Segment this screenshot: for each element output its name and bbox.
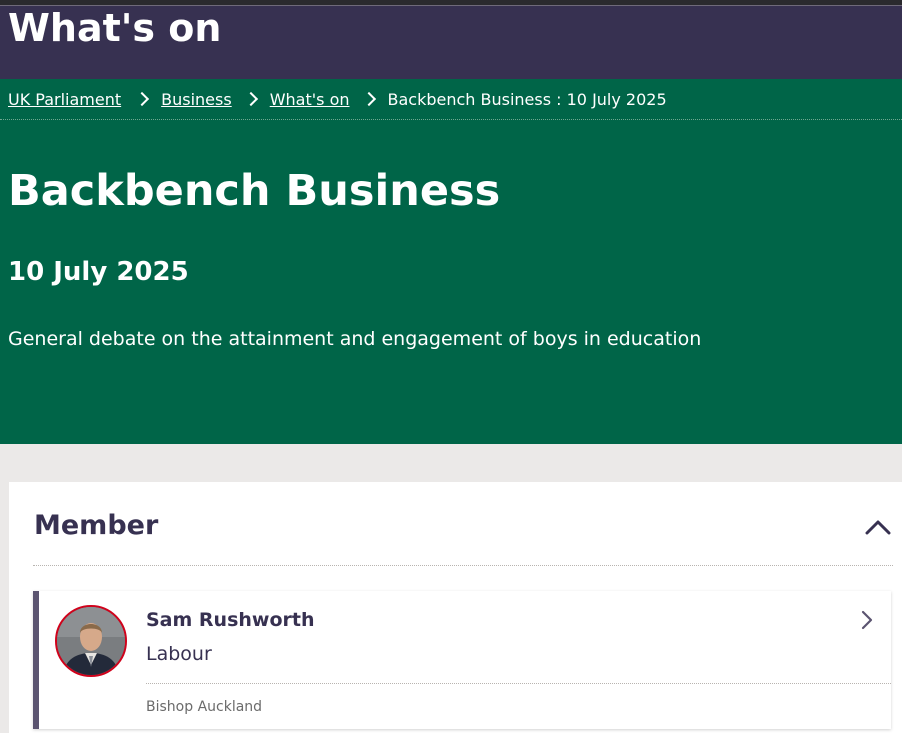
page-title: Backbench Business: [8, 166, 501, 216]
member-constituency: Bishop Auckland: [146, 699, 263, 715]
header-title: What's on: [8, 6, 222, 50]
hero-banner: UK Parliament Business What's on Backben…: [0, 79, 902, 444]
breadcrumb-divider: [0, 119, 902, 120]
site-header: What's on: [0, 6, 902, 79]
avatar: [55, 605, 127, 677]
breadcrumb-current: Backbench Business : 10 July 2025: [387, 89, 667, 109]
chevron-right-icon: [861, 610, 873, 630]
member-party: Labour: [146, 643, 212, 665]
page-date: 10 July 2025: [8, 257, 189, 287]
member-section-title: Member: [34, 510, 159, 541]
section-divider: [33, 565, 893, 566]
chevron-right-icon: [361, 91, 376, 107]
breadcrumb: UK Parliament Business What's on Backben…: [8, 79, 902, 119]
breadcrumb-link-uk-parliament[interactable]: UK Parliament: [8, 90, 121, 109]
breadcrumb-link-whats-on[interactable]: What's on: [270, 90, 350, 109]
member-card: Member Sam Rushworth Labour Bishop Auckl…: [9, 482, 902, 733]
chevron-right-icon: [135, 91, 150, 107]
member-item[interactable]: Sam Rushworth Labour Bishop Auckland: [33, 591, 891, 729]
member-photo: [57, 607, 125, 675]
collapse-button[interactable]: [861, 512, 895, 542]
chevron-right-icon: [243, 91, 258, 107]
member-divider: [146, 683, 891, 684]
breadcrumb-link-business[interactable]: Business: [161, 90, 232, 109]
page-description: General debate on the attainment and eng…: [8, 328, 702, 350]
member-name: Sam Rushworth: [146, 609, 315, 631]
chevron-up-icon: [865, 520, 891, 535]
